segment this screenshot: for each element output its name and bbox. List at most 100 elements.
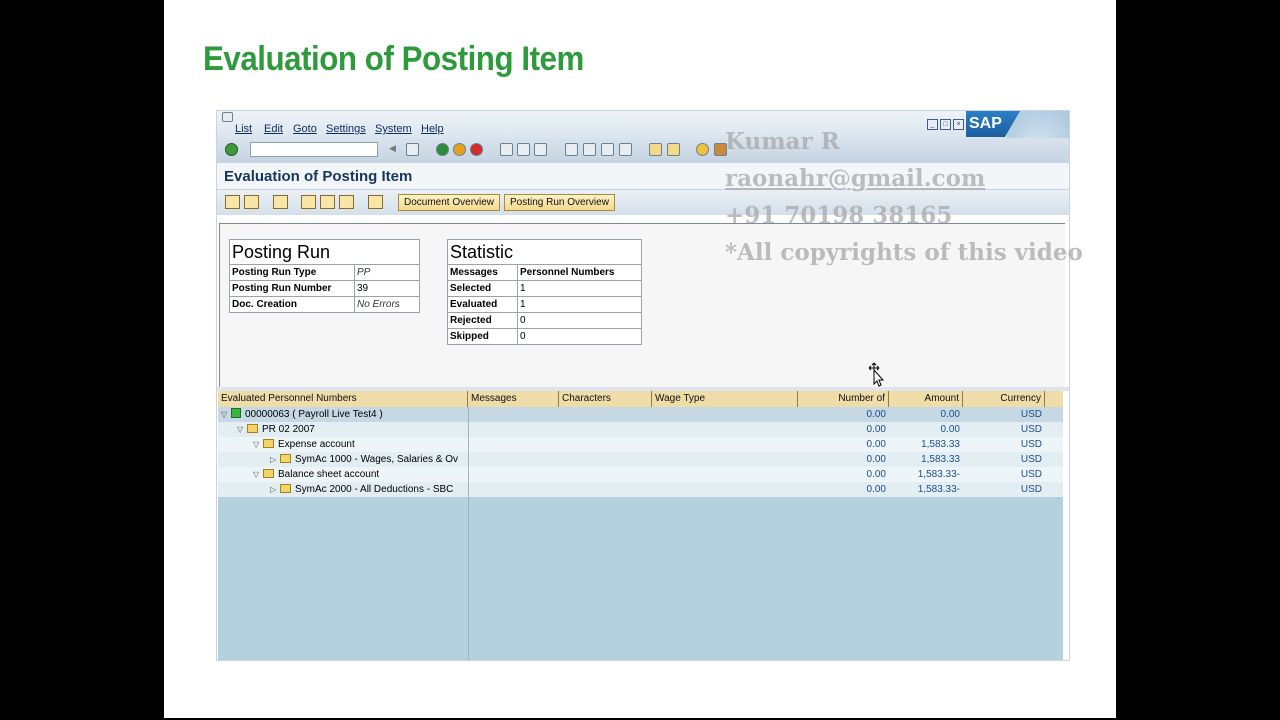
layout-icon[interactable] <box>339 195 354 209</box>
sap-window: List Edit Goto Settings System Help _ □ × … <box>216 110 1070 661</box>
menu-list[interactable]: List <box>235 123 252 135</box>
table-row[interactable]: ▽ PR 02 2007 0.00 0.00 USD <box>218 422 1063 437</box>
table-icon[interactable] <box>301 195 316 209</box>
menu-list-label: List <box>235 123 253 135</box>
collapse-icon[interactable] <box>244 195 259 209</box>
document-overview-button[interactable]: Document Overview <box>398 194 501 211</box>
help-icon[interactable] <box>696 143 709 156</box>
command-field[interactable] <box>250 142 378 157</box>
collapse-triangle-icon[interactable]: ▽ <box>253 437 263 452</box>
posting-run-overview-button[interactable]: Posting Run Overview <box>504 194 615 211</box>
col-amount[interactable]: Amount <box>889 391 963 407</box>
table-row[interactable]: ▷ SymAc 1000 - Wages, Salaries & Ov 0.00 … <box>218 452 1063 467</box>
exit-icon[interactable] <box>453 143 466 156</box>
menu-bar: List Edit Goto Settings System Help _ □ × … <box>217 111 1069 163</box>
collapse-triangle-icon[interactable]: ▽ <box>221 407 231 422</box>
folder-icon <box>280 484 291 493</box>
menu-settings[interactable]: Settings <box>326 123 366 135</box>
collapse-triangle-icon[interactable]: ▽ <box>237 422 247 437</box>
folder-icon <box>263 439 274 448</box>
number-cell: 0.00 <box>866 469 886 480</box>
amount-cell: 0.00 <box>940 424 960 435</box>
number-cell: 0.00 <box>866 424 886 435</box>
amount-cell: 1,583.33- <box>917 469 960 480</box>
table-row[interactable]: ▽ Balance sheet account 0.00 1,583.33- US… <box>218 467 1063 482</box>
columns-icon[interactable] <box>320 195 335 209</box>
menu-help[interactable]: Help <box>421 123 444 135</box>
amount-cell: 1,583.33 <box>921 439 960 450</box>
col-currency[interactable]: Currency <box>963 391 1045 407</box>
folder-icon <box>263 469 274 478</box>
posting-run-type-value: PP <box>354 264 420 281</box>
skipped-label: Skipped <box>447 328 518 345</box>
menu-help-label: Help <box>421 123 444 135</box>
slide: Evaluation of Posting Item List Edit Got… <box>164 0 1116 718</box>
details-icon[interactable] <box>273 195 288 209</box>
currency-cell: USD <box>1020 469 1042 480</box>
col-wage-type[interactable]: Wage Type <box>652 391 798 407</box>
slide-title: Evaluation of Posting Item <box>203 40 584 78</box>
expand-triangle-icon[interactable]: ▷ <box>270 482 280 497</box>
number-cell: 0.00 <box>866 439 886 450</box>
close-icon[interactable]: × <box>953 119 964 130</box>
statistic-col-personnel: Personnel Numbers <box>517 264 642 281</box>
last-page-icon[interactable] <box>619 143 632 156</box>
row-label: SymAc 2000 - All Deductions - SBC <box>295 484 454 495</box>
find-icon[interactable] <box>517 143 530 156</box>
amount-cell: 1,583.33- <box>917 484 960 495</box>
currency-cell: USD <box>1020 454 1042 465</box>
expand-triangle-icon[interactable]: ▷ <box>270 452 280 467</box>
col-characters[interactable]: Characters <box>559 391 652 407</box>
currency-cell: USD <box>1020 424 1042 435</box>
posting-run-number-value: 39 <box>354 280 420 297</box>
row-label: PR 02 2007 <box>262 424 315 435</box>
shortcut-icon[interactable] <box>667 143 680 156</box>
status-green-icon <box>231 408 241 418</box>
menu-system[interactable]: System <box>375 123 412 135</box>
enter-icon[interactable] <box>225 143 238 156</box>
menu-edit[interactable]: Edit <box>264 123 283 135</box>
skipped-value: 0 <box>517 328 642 345</box>
new-session-icon[interactable] <box>649 143 662 156</box>
back-arrow-icon[interactable]: ◀ <box>389 143 398 156</box>
doc-creation-label: Doc. Creation <box>229 296 355 313</box>
evaluated-label: Evaluated <box>447 296 518 313</box>
expand-icon[interactable] <box>225 195 240 209</box>
watermark-name: Kumar R <box>725 128 840 155</box>
col-evaluated-personnel[interactable]: Evaluated Personnel Numbers <box>218 391 468 407</box>
back-icon[interactable] <box>436 143 449 156</box>
move-cursor-icon <box>868 362 885 387</box>
table-row[interactable]: ▷ SymAc 2000 - All Deductions - SBC 0.00 … <box>218 482 1063 497</box>
evaluation-tree-grid: Evaluated Personnel Numbers Messages Cha… <box>218 391 1063 660</box>
amount-cell: 1,583.33 <box>921 454 960 465</box>
menu-goto-label: Goto <box>293 123 317 135</box>
row-label: SymAc 1000 - Wages, Salaries & Ov <box>295 454 459 465</box>
next-page-icon[interactable] <box>601 143 614 156</box>
doc-creation-value: No Errors <box>354 296 420 313</box>
maximize-icon[interactable]: □ <box>940 119 951 130</box>
posting-run-heading: Posting Run <box>229 239 420 265</box>
first-page-icon[interactable] <box>565 143 578 156</box>
posting-run-type-label: Posting Run Type <box>229 264 355 281</box>
menu-edit-label: Edit <box>264 123 283 135</box>
rejected-value: 0 <box>517 312 642 329</box>
table-row[interactable]: ▽ 00000063 ( Payroll Live Test4 ) 0.00 0.… <box>218 407 1063 422</box>
col-messages[interactable]: Messages <box>468 391 559 407</box>
menu-goto[interactable]: Goto <box>293 123 317 135</box>
save-icon[interactable] <box>406 143 419 156</box>
cancel-icon[interactable] <box>470 143 483 156</box>
print-icon[interactable] <box>500 143 513 156</box>
window-controls: _ □ × <box>927 113 966 131</box>
prev-page-icon[interactable] <box>583 143 596 156</box>
table-row[interactable]: ▽ Expense account 0.00 1,583.33 USD <box>218 437 1063 452</box>
row-label: Expense account <box>278 439 355 450</box>
posting-run-table: Posting Run Posting Run Type PP Posting R… <box>229 239 420 313</box>
collapse-triangle-icon[interactable]: ▽ <box>253 467 263 482</box>
currency-cell: USD <box>1020 439 1042 450</box>
window-menu-icon[interactable] <box>222 112 233 122</box>
export-icon[interactable] <box>368 195 383 209</box>
find-next-icon[interactable] <box>534 143 547 156</box>
currency-cell: USD <box>1020 409 1042 420</box>
minimize-icon[interactable]: _ <box>927 119 938 130</box>
col-number-of[interactable]: Number of <box>798 391 889 407</box>
